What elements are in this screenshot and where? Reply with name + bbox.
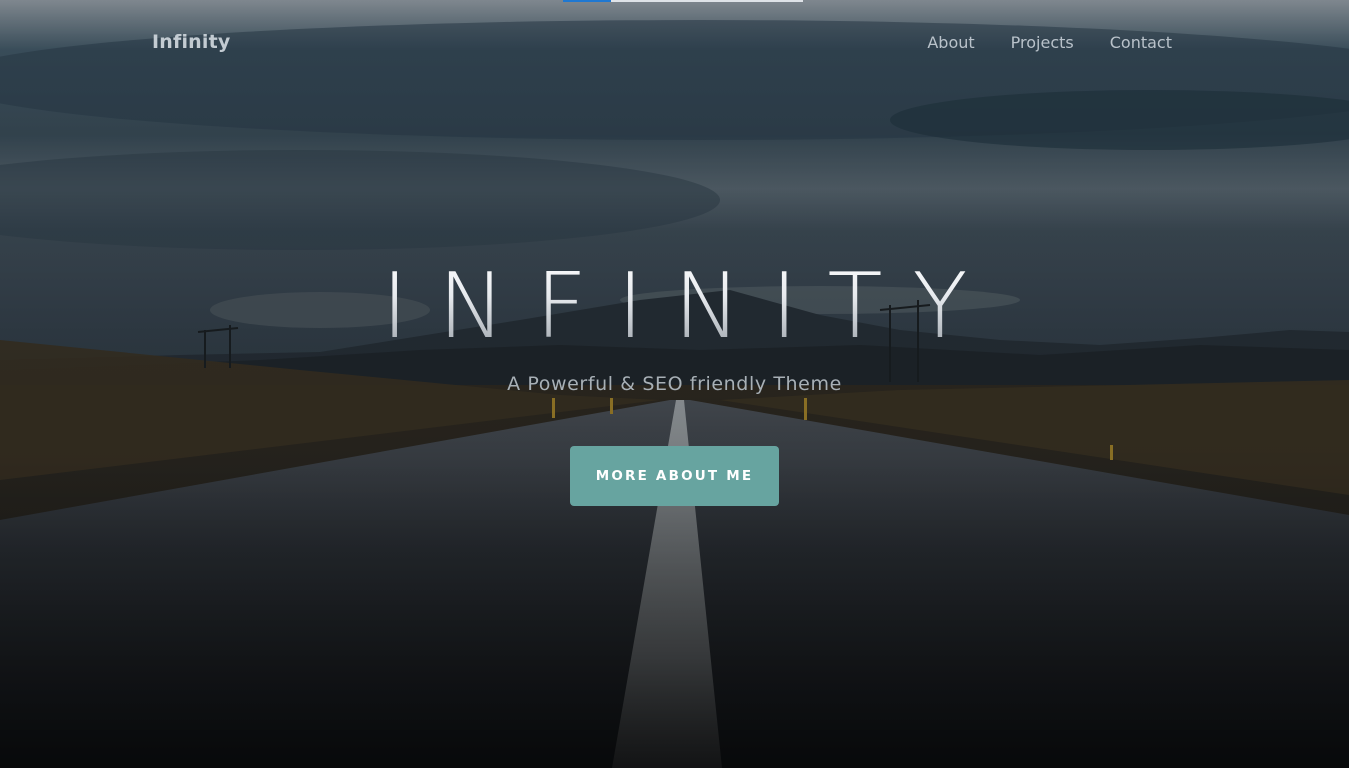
- nav-link-about[interactable]: About: [927, 33, 974, 52]
- hero-section: Infinity About Projects Contact INFINITY…: [0, 0, 1349, 768]
- hero-title: INFINITY: [0, 252, 1349, 362]
- scroll-progress-bar: [563, 0, 803, 2]
- more-about-me-button[interactable]: MORE ABOUT ME: [570, 446, 779, 506]
- hero-subtitle: A Powerful & SEO friendly Theme: [507, 373, 842, 395]
- nav-link-projects[interactable]: Projects: [1011, 33, 1074, 52]
- scroll-progress-fill: [563, 0, 611, 2]
- brand-logo-link[interactable]: Infinity: [152, 31, 230, 53]
- nav-link-contact[interactable]: Contact: [1110, 33, 1172, 52]
- main-nav: About Projects Contact: [927, 33, 1172, 52]
